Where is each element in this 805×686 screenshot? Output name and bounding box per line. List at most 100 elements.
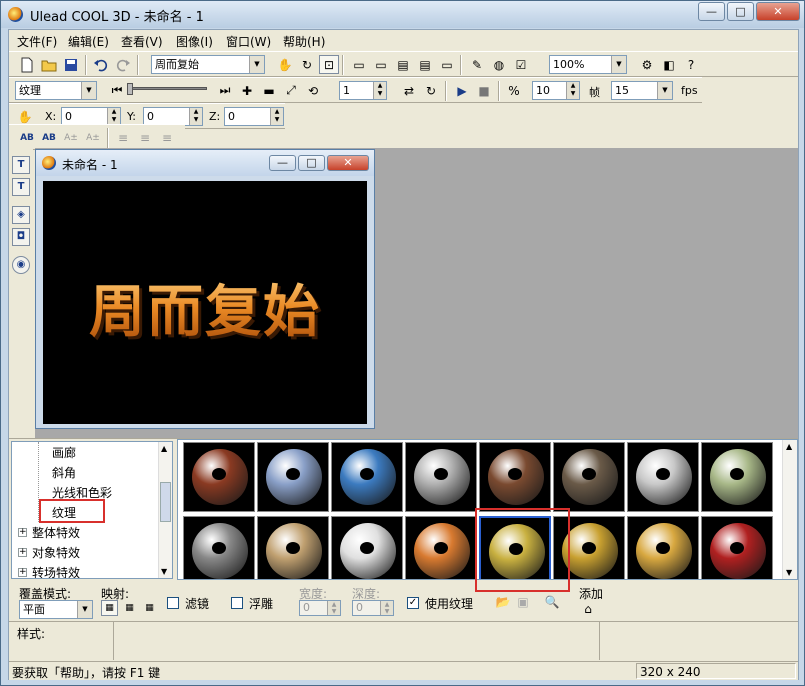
expand-icon[interactable]: +	[18, 528, 27, 537]
use-texture-checkbox[interactable]: ✓	[407, 597, 419, 609]
insert-geometry-icon[interactable]: ◈	[12, 206, 30, 224]
attribute-select[interactable]: 纹理 ▼	[15, 81, 97, 100]
texture-thumbnail-chrome[interactable]	[331, 516, 403, 579]
minimize-button[interactable]: —	[698, 2, 725, 21]
refresh-icon[interactable]: ↻	[421, 81, 441, 100]
texture-thumbnail-granite[interactable]	[183, 516, 255, 579]
frame-slider[interactable]	[127, 87, 207, 90]
align-right-icon[interactable]: ≡	[157, 128, 177, 147]
mapping-plane-icon[interactable]: ▦	[101, 600, 118, 616]
texture-thumbnail-red-brick[interactable]	[701, 516, 773, 579]
loop-icon[interactable]: ⟲	[303, 81, 323, 100]
scroll-down-icon[interactable]: ▼	[786, 568, 792, 577]
repeat-icon[interactable]: ⇄	[399, 81, 419, 100]
depth-input[interactable]: 0 ▲ ▼	[352, 600, 394, 616]
tree-item-gallery[interactable]: 画廊	[52, 444, 76, 461]
remove-keyframe-icon[interactable]: ▬	[259, 81, 279, 100]
doc-minimize-button[interactable]: —	[269, 155, 296, 171]
redo-icon[interactable]	[113, 55, 133, 74]
last-frame-icon[interactable]: ⏭	[215, 81, 235, 100]
globe-icon[interactable]: ◍	[489, 55, 509, 74]
menu-file[interactable]: 文件(F)	[17, 33, 57, 50]
line-spacing-icon[interactable]: A±	[61, 128, 81, 147]
filter-checkbox[interactable]	[167, 597, 179, 609]
spin-arrows-icon[interactable]: ▲ ▼	[270, 108, 283, 125]
relief-checkbox[interactable]	[231, 597, 243, 609]
tree-item-object-fx[interactable]: 对象特效	[32, 544, 80, 561]
align-left-icon[interactable]: ≡	[113, 128, 133, 147]
texture-thumbnail-silver-grain[interactable]	[627, 442, 699, 512]
light-icon[interactable]: ✎	[467, 55, 487, 74]
menu-image[interactable]: 图像(I)	[176, 33, 213, 50]
rotate-object-icon[interactable]: ↻	[297, 55, 317, 74]
scroll-up-icon[interactable]: ▲	[786, 442, 792, 451]
view-right-icon[interactable]: ▤	[415, 55, 435, 74]
texture-thumbnail-blue-silver[interactable]	[257, 442, 329, 512]
total-frames-input[interactable]: 10 ▲ ▼	[532, 81, 580, 100]
edit-texture-icon[interactable]: ▣	[514, 593, 532, 611]
reverse-keyframe-icon[interactable]: ⤢	[281, 81, 301, 100]
texture-thumbnail-green-marble[interactable]	[701, 442, 773, 512]
plugin-icon[interactable]: ⚙	[637, 55, 657, 74]
scroll-up-icon[interactable]: ▲	[161, 444, 167, 453]
size-object-icon[interactable]: ⊡	[319, 55, 339, 74]
open-folder-icon[interactable]	[39, 55, 59, 74]
texture-thumbnail-sand[interactable]	[257, 516, 329, 579]
menu-view[interactable]: 查看(V)	[121, 33, 163, 50]
texture-thumbnail-stone-wall[interactable]	[405, 442, 477, 512]
gallery-scrollbar[interactable]: ▲ ▼	[782, 440, 797, 579]
open-texture-icon[interactable]: 📂	[494, 593, 512, 611]
fps-select[interactable]: 15 ▼	[611, 81, 673, 100]
image-check-icon[interactable]: ☑	[511, 55, 531, 74]
play-icon[interactable]: ▶	[452, 81, 472, 100]
edit-geometry-icon[interactable]: ◘	[12, 228, 30, 246]
edit-text-icon[interactable]: T	[12, 178, 30, 196]
tree-item-transition-fx[interactable]: 转场特效	[32, 564, 80, 578]
menu-window[interactable]: 窗口(W)	[226, 33, 271, 50]
first-frame-icon[interactable]: ⏮	[107, 81, 127, 100]
line-spacing-reduce-icon[interactable]: A±	[83, 128, 103, 147]
spin-arrows-icon[interactable]: ▲ ▼	[566, 82, 579, 99]
scroll-down-icon[interactable]: ▼	[161, 567, 167, 576]
texture-thumbnail-gold-bright[interactable]	[627, 516, 699, 579]
preview-texture-icon[interactable]: 🔍	[543, 593, 561, 611]
cover-mode-select[interactable]: 平面 ▼	[19, 600, 93, 619]
save-icon[interactable]	[61, 55, 81, 74]
spin-arrows-icon[interactable]: ▲ ▼	[373, 82, 386, 99]
texture-thumbnail-brick[interactable]	[183, 442, 255, 512]
letter-spacing-icon[interactable]: AB	[17, 128, 37, 147]
maximize-button[interactable]: □	[727, 2, 754, 21]
view-top-icon[interactable]: ▭	[437, 55, 457, 74]
tree-item-global-fx[interactable]: 整体特效	[32, 524, 80, 541]
view-left-icon[interactable]: ▤	[393, 55, 413, 74]
add-keyframe-icon[interactable]: ✚	[237, 81, 257, 100]
menu-edit[interactable]: 编辑(E)	[68, 33, 109, 50]
view-back-icon[interactable]: ▭	[371, 55, 391, 74]
expand-icon[interactable]: +	[18, 548, 27, 557]
spin-arrows-icon[interactable]: ▲ ▼	[107, 108, 120, 125]
close-button[interactable]: ✕	[756, 2, 800, 21]
frame-slider-thumb[interactable]	[127, 83, 133, 95]
spin-arrows-icon[interactable]: ▲ ▼	[327, 601, 340, 615]
view-front-icon[interactable]: ▭	[349, 55, 369, 74]
texture-thumbnail-rock[interactable]	[553, 442, 625, 512]
z-input[interactable]: 0 ▲ ▼	[224, 107, 284, 126]
align-center-icon[interactable]: ≡	[135, 128, 155, 147]
scroll-thumb[interactable]	[160, 482, 171, 522]
render-canvas[interactable]: 周而复始 周而复始	[43, 181, 367, 424]
context-help-icon[interactable]: ?	[681, 55, 701, 74]
canvas-3d-text[interactable]: 周而复始	[43, 267, 367, 348]
width-input[interactable]: 0 ▲ ▼	[299, 600, 341, 616]
new-file-icon[interactable]	[17, 55, 37, 74]
texture-thumbnail-copper[interactable]	[405, 516, 477, 579]
undo-icon[interactable]	[91, 55, 111, 74]
expand-icon[interactable]: +	[18, 568, 27, 577]
insert-text-icon[interactable]: T	[12, 156, 30, 174]
texture-thumbnail-water-blue[interactable]	[331, 442, 403, 512]
mapping-cylinder-icon[interactable]: ▦	[121, 600, 138, 616]
hand-move-icon[interactable]: ✋	[275, 55, 295, 74]
tree-item-bevel[interactable]: 斜角	[52, 464, 76, 481]
tree-scrollbar[interactable]: ▲ ▼	[158, 442, 172, 578]
object-select[interactable]: 周而复始 ▼	[151, 55, 265, 74]
spin-arrows-icon[interactable]: ▲ ▼	[189, 108, 202, 125]
